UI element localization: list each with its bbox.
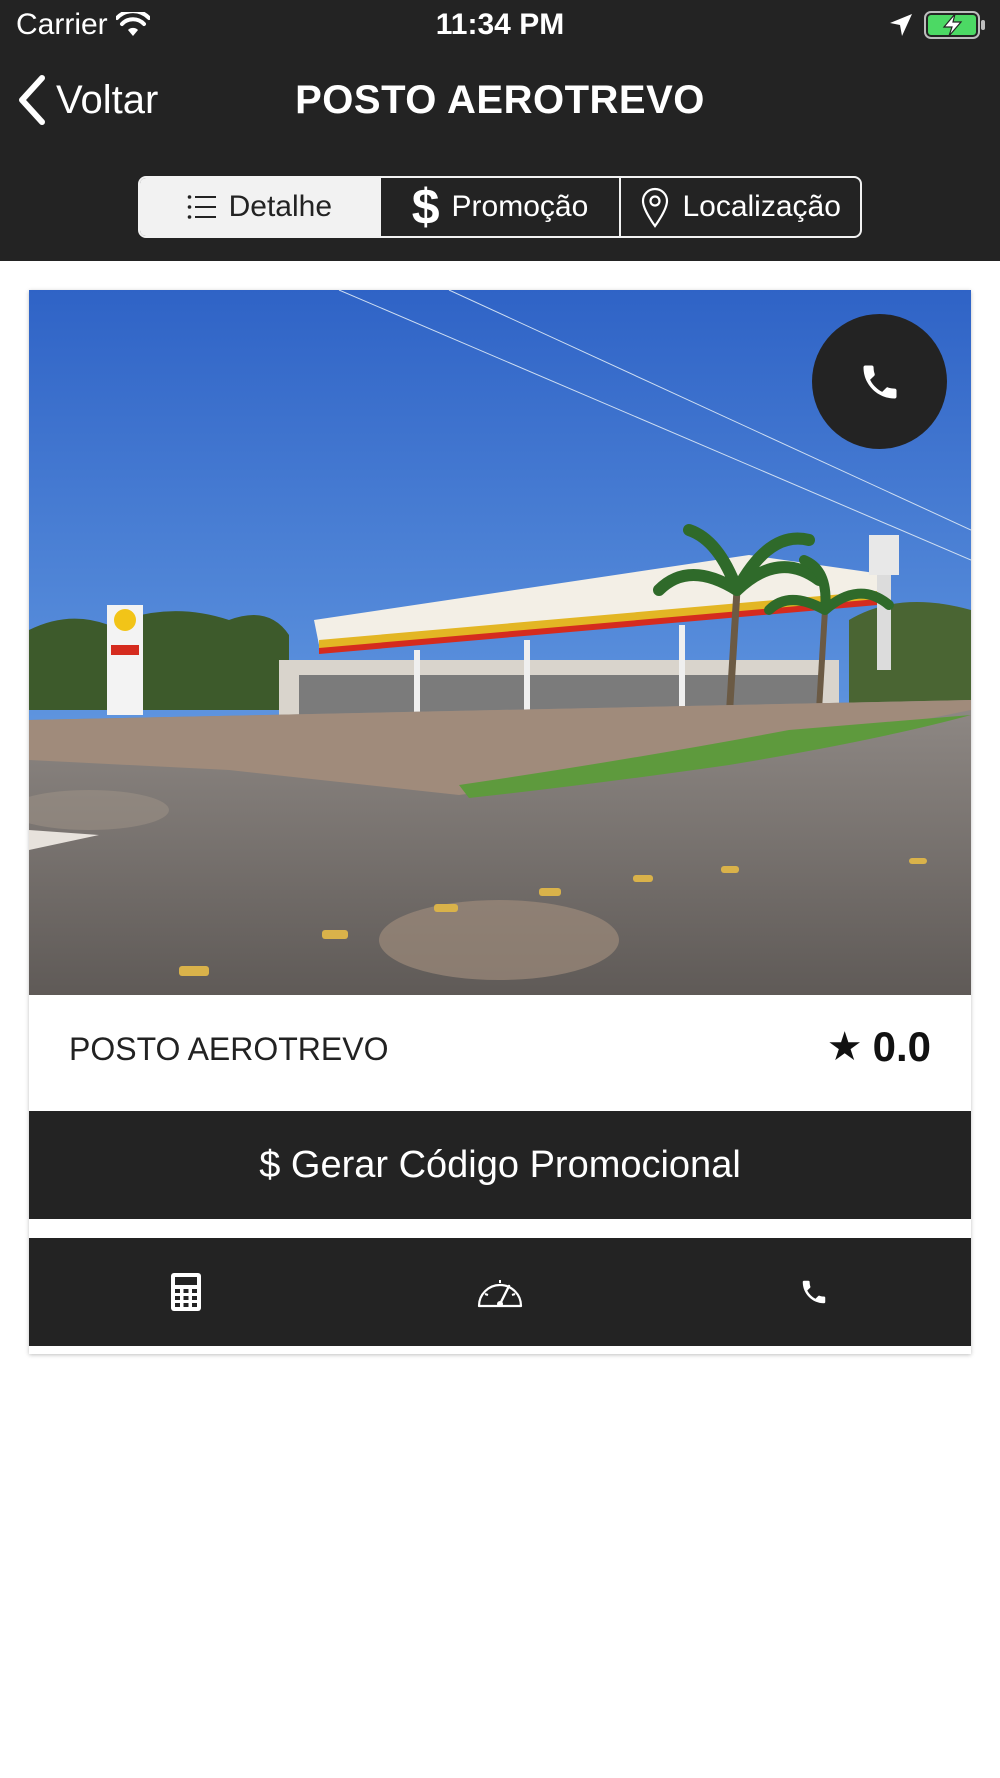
list-icon [187,195,216,219]
star-icon: ★ [826,1025,863,1069]
app-header: Carrier 11:34 PM Voltar POSTO AEROTREVO … [0,0,1000,261]
status-right-group [888,10,986,40]
segmented-control: Detalhe $ Promoção Localização [138,176,862,238]
generate-promo-code-button[interactable]: $ Gerar Código Promocional [29,1111,971,1219]
call-fab-button[interactable] [812,314,947,449]
location-arrow-icon [890,14,912,36]
status-time: 11:34 PM [435,8,565,41]
speedometer-icon [477,1280,523,1308]
battery-charging-icon [924,11,985,39]
phone-button[interactable] [657,1238,971,1346]
tab-localizacao-label: Localização [682,190,841,223]
status-bar: Carrier 11:34 PM [0,0,1000,52]
calculator-icon [171,1273,201,1311]
navigation-bar: Voltar POSTO AEROTREVO [0,60,1000,140]
station-photo [29,290,971,995]
phone-icon [863,365,896,398]
phone-icon [802,1280,826,1304]
rating: ★ 0.0 [827,1023,931,1071]
tab-detalhe-label: Detalhe [228,190,333,223]
action-bar [29,1238,971,1346]
map-pin-icon [642,187,669,228]
dollar-icon: $ [411,179,440,235]
speedometer-button[interactable] [343,1238,657,1346]
tab-localizacao[interactable]: Localização [621,178,860,236]
rating-value: 0.0 [872,1023,931,1070]
station-info-row: POSTO AEROTREVO ★ 0.0 [29,995,971,1111]
calculator-button[interactable] [29,1238,343,1346]
tab-promocao[interactable]: $ Promoção [381,178,622,236]
station-name: POSTO AEROTREVO [69,1031,389,1067]
tab-promocao-label: Promoção [451,190,589,223]
tab-detalhe[interactable]: Detalhe [140,178,381,236]
station-card: POSTO AEROTREVO ★ 0.0 $ Gerar Código Pro… [29,290,971,1354]
page-title: POSTO AEROTREVO [295,78,705,122]
